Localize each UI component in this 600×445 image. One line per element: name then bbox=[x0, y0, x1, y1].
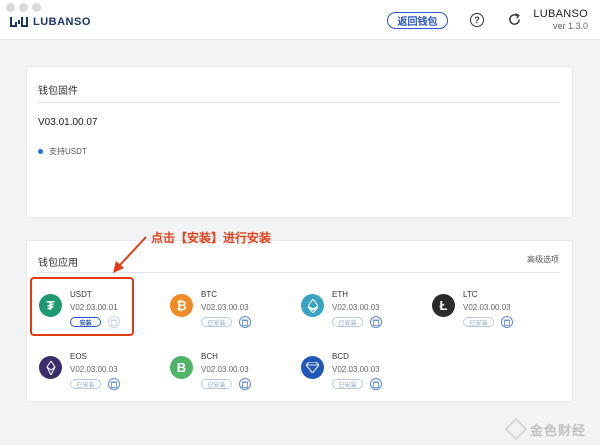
bcd-coin-icon bbox=[301, 356, 324, 379]
eos-coin-icon bbox=[39, 356, 62, 379]
support-item: 支持USDT bbox=[38, 146, 87, 157]
app-version: V02.03.00.03 bbox=[332, 303, 380, 312]
eth-coin-icon bbox=[301, 294, 324, 317]
logo-text: LUBANSO bbox=[33, 16, 91, 28]
app-name: LTC bbox=[463, 290, 478, 299]
app-item-eos: EOS V02.03.00.03 已安装 bbox=[39, 352, 159, 396]
delete-icon[interactable] bbox=[239, 378, 251, 390]
apps-divider bbox=[38, 272, 560, 273]
window-minimize-dot[interactable] bbox=[19, 3, 28, 12]
firmware-divider bbox=[38, 102, 560, 103]
install-instruction-text: 点击【安装】进行安装 bbox=[151, 231, 272, 245]
title-bar: LUBANSO 返回钱包 ? LUBANSO ver 1.3.0 bbox=[0, 0, 600, 40]
delete-icon[interactable] bbox=[239, 316, 251, 328]
app-item-bch: B BCH V02.03.00.03 已安装 bbox=[170, 352, 290, 396]
installed-badge: 已安装 bbox=[201, 317, 232, 327]
app-item-eth: ETH V02.03.00.03 已安装 bbox=[301, 290, 421, 334]
logo-mark-icon bbox=[10, 17, 28, 27]
apps-title: 钱包应用 bbox=[38, 258, 78, 269]
app-version: ver 1.3.0 bbox=[552, 21, 588, 31]
app-version: V02.03.00.03 bbox=[70, 365, 118, 374]
advanced-options-link[interactable]: 高级选项 bbox=[527, 254, 559, 265]
btc-coin-icon: ₿ bbox=[170, 294, 193, 317]
refresh-icon[interactable] bbox=[507, 12, 522, 27]
firmware-card: 钱包固件 V03.01.00.07 支持USDT bbox=[26, 66, 573, 218]
firmware-title: 钱包固件 bbox=[38, 86, 78, 97]
app-version: V02.03.00.03 bbox=[463, 303, 511, 312]
installed-badge: 已安装 bbox=[332, 379, 363, 389]
delete-icon[interactable] bbox=[370, 316, 382, 328]
usdt-highlight-box bbox=[30, 277, 134, 336]
app-item-ltc: Ł LTC V02.03.00.03 已安装 bbox=[432, 290, 552, 334]
app-name: EOS bbox=[70, 352, 87, 361]
window-close-dot[interactable] bbox=[6, 3, 15, 12]
delete-icon[interactable] bbox=[501, 316, 513, 328]
brand-info: LUBANSO ver 1.3.0 bbox=[533, 8, 588, 31]
app-version: V02.03.00.03 bbox=[332, 365, 380, 374]
watermark: 金色财经 bbox=[504, 417, 596, 441]
app-name: BCH bbox=[201, 352, 218, 361]
installed-badge: 已安装 bbox=[70, 379, 101, 389]
installed-badge: 已安装 bbox=[332, 317, 363, 327]
bch-coin-icon: B bbox=[170, 356, 193, 379]
app-version: V02.03.00.03 bbox=[201, 303, 249, 312]
watermark-logo-icon bbox=[504, 417, 528, 441]
delete-icon[interactable] bbox=[370, 378, 382, 390]
firmware-version: V03.01.00.07 bbox=[38, 117, 98, 128]
back-to-wallet-button[interactable]: 返回钱包 bbox=[387, 12, 448, 29]
app-item-btc: ₿ BTC V02.03.00.03 已安装 bbox=[170, 290, 290, 334]
app-version: V02.03.00.03 bbox=[201, 365, 249, 374]
installed-badge: 已安装 bbox=[463, 317, 494, 327]
ltc-coin-icon: Ł bbox=[432, 294, 455, 317]
app-logo: LUBANSO bbox=[9, 15, 91, 29]
app-item-bcd: BCD V02.03.00.03 已安装 bbox=[301, 352, 421, 396]
app-name: BTC bbox=[201, 290, 217, 299]
bullet-dot-icon bbox=[38, 149, 43, 154]
window-zoom-dot[interactable] bbox=[32, 3, 41, 12]
delete-icon[interactable] bbox=[108, 378, 120, 390]
app-name: ETH bbox=[332, 290, 348, 299]
help-icon[interactable]: ? bbox=[470, 13, 484, 27]
support-text: 支持USDT bbox=[49, 147, 87, 156]
watermark-text: 金色财经 bbox=[530, 422, 587, 438]
brand-name: LUBANSO bbox=[533, 8, 588, 20]
installed-badge: 已安装 bbox=[201, 379, 232, 389]
app-name: BCD bbox=[332, 352, 349, 361]
